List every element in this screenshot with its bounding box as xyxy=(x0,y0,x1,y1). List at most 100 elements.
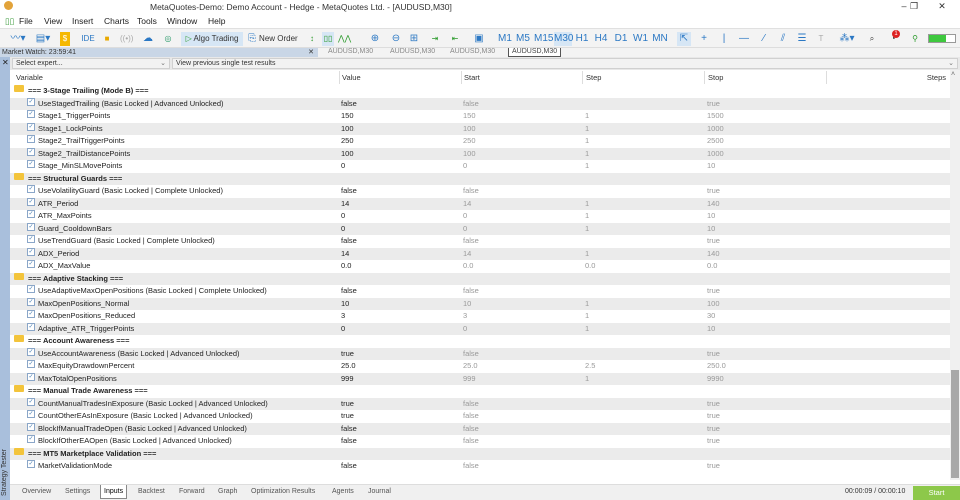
value-field[interactable]: false xyxy=(341,235,357,248)
templates-icon[interactable]: ▤▾ xyxy=(32,32,54,46)
value-field[interactable]: 100 xyxy=(341,123,354,136)
table-row[interactable]: ✓ MarketValidationMode false false true xyxy=(10,460,950,473)
value-field[interactable]: true xyxy=(341,410,354,423)
column-value[interactable]: Value xyxy=(342,73,361,82)
value-field[interactable]: 14 xyxy=(341,248,349,261)
table-row[interactable]: ✓ ATR_MaxPoints 0 0 1 10 xyxy=(10,210,950,223)
table-row[interactable]: ✓ UseStagedTrailing (Basic Locked | Advan… xyxy=(10,97,950,110)
line-chart-icon[interactable]: ⋀⋀ xyxy=(338,32,351,46)
value-field[interactable]: false xyxy=(341,423,357,436)
stop-field[interactable]: true xyxy=(707,435,720,448)
tab-inputs[interactable]: Inputs xyxy=(100,485,128,499)
stop-field[interactable]: 140 xyxy=(707,198,720,211)
start-field[interactable]: 25.0 xyxy=(463,360,478,373)
start-field[interactable]: false xyxy=(463,285,479,298)
table-row[interactable]: ✓ MaxTotalOpenPositions 999 999 1 9990 xyxy=(10,372,950,386)
table-row[interactable]: ✓ ATR_Period 14 14 1 140 xyxy=(10,197,950,211)
start-field[interactable]: 0.0 xyxy=(463,260,473,273)
value-field[interactable]: 100 xyxy=(341,148,354,161)
menu-view[interactable]: View xyxy=(44,16,62,26)
stop-field[interactable]: 9990 xyxy=(707,373,724,386)
optimize-checkbox[interactable]: ✓ xyxy=(27,197,35,206)
value-field[interactable]: true xyxy=(341,398,354,411)
step-field[interactable]: 1 xyxy=(585,373,589,386)
fibonacci-icon[interactable]: ☰ xyxy=(795,32,809,46)
start-button[interactable]: Start xyxy=(913,486,960,500)
group-row[interactable]: === Adaptive Stacking === xyxy=(10,272,950,285)
start-field[interactable]: false xyxy=(463,460,479,473)
table-row[interactable]: ✓ Stage1_TriggerPoints 150 150 1 1500 xyxy=(10,110,950,123)
tf-h4[interactable]: H4 xyxy=(594,32,608,46)
tab-forward[interactable]: Forward xyxy=(179,488,205,495)
value-field[interactable]: 25.0 xyxy=(341,360,356,373)
text-icon[interactable]: T xyxy=(815,32,827,46)
chart-shift-icon[interactable]: ⇤ xyxy=(448,32,462,46)
value-field[interactable]: 0 xyxy=(341,210,345,223)
menu-charts[interactable]: Charts xyxy=(104,16,129,26)
start-field[interactable]: false xyxy=(463,410,479,423)
start-field[interactable]: 150 xyxy=(463,110,476,123)
tf-m15[interactable]: M15 xyxy=(534,32,553,46)
tf-h1[interactable]: H1 xyxy=(575,32,589,46)
tf-m1[interactable]: M1 xyxy=(498,32,512,46)
tf-mn[interactable]: MN xyxy=(652,32,668,46)
start-field[interactable]: false xyxy=(463,423,479,436)
step-field[interactable]: 1 xyxy=(585,323,589,336)
column-stop[interactable]: Stop xyxy=(708,73,723,82)
optimize-checkbox[interactable]: ✓ xyxy=(27,97,35,106)
step-field[interactable]: 1 xyxy=(585,198,589,211)
optimize-checkbox[interactable]: ✓ xyxy=(27,185,35,193)
table-row[interactable]: ✓ Stage2_TrailDistancePoints 100 100 1 1000 xyxy=(10,147,950,161)
stop-field[interactable]: 100 xyxy=(707,298,720,311)
step-field[interactable]: 0.0 xyxy=(585,260,595,273)
start-field[interactable]: false xyxy=(463,435,479,448)
chart-tab[interactable]: AUDUSD,M30 xyxy=(390,48,435,57)
menu-insert[interactable]: Insert xyxy=(72,16,93,26)
start-field[interactable]: 0 xyxy=(463,210,467,223)
value-field[interactable]: false xyxy=(341,460,357,473)
crosshair-icon[interactable]: + xyxy=(697,32,711,46)
table-row[interactable]: ✓ CountOtherEAsInExposure (Basic Locked |… xyxy=(10,410,950,423)
column-variable[interactable]: Variable xyxy=(16,73,43,82)
column-divider[interactable] xyxy=(582,71,583,84)
value-field[interactable]: 999 xyxy=(341,373,354,386)
column-steps[interactable]: Steps xyxy=(927,73,946,82)
start-field[interactable]: 100 xyxy=(463,123,476,136)
optimize-checkbox[interactable]: ✓ xyxy=(27,422,35,431)
table-row[interactable]: ✓ UseTrendGuard (Basic Locked | Complete … xyxy=(10,235,950,248)
start-field[interactable]: 999 xyxy=(463,373,476,386)
previous-results-field[interactable]: View previous single test results ⌄ xyxy=(172,58,958,69)
chart-type-icon[interactable]: 〰▾ xyxy=(8,32,28,46)
scrollbar-thumb[interactable] xyxy=(951,370,959,478)
cursor-icon[interactable]: ⇱ xyxy=(677,32,691,46)
menu-tools[interactable]: Tools xyxy=(137,16,157,26)
value-field[interactable]: false xyxy=(341,285,357,298)
optimize-checkbox[interactable]: ✓ xyxy=(27,322,35,331)
optimize-checkbox[interactable]: ✓ xyxy=(27,110,35,118)
table-row[interactable]: ✓ UseVolatilityGuard (Basic Locked | Comp… xyxy=(10,185,950,198)
tab-agents[interactable]: Agents xyxy=(332,488,354,495)
table-row[interactable]: ✓ UseAdaptiveMaxOpenPositions (Basic Lock… xyxy=(10,285,950,298)
start-field[interactable]: 250 xyxy=(463,135,476,148)
chart-tab[interactable]: AUDUSD,M30 xyxy=(328,48,373,57)
vps-icon[interactable]: ◎ xyxy=(162,32,174,46)
step-field[interactable]: 1 xyxy=(585,123,589,136)
tab-backtest[interactable]: Backtest xyxy=(138,488,165,495)
stop-field[interactable]: true xyxy=(707,348,720,361)
stop-field[interactable]: 10 xyxy=(707,160,715,173)
group-row[interactable]: === 3-Stage Trailing (Mode B) === xyxy=(10,85,950,98)
stop-field[interactable]: 10 xyxy=(707,323,715,336)
optimize-checkbox[interactable]: ✓ xyxy=(27,222,35,231)
start-field[interactable]: false xyxy=(463,348,479,361)
optimize-checkbox[interactable]: ✓ xyxy=(27,210,35,218)
algo-trading-button[interactable]: ▷ Algo Trading xyxy=(181,32,243,46)
value-field[interactable]: 14 xyxy=(341,198,349,211)
maximize-button[interactable]: ❐ xyxy=(904,1,924,12)
group-row[interactable]: === Structural Guards === xyxy=(10,172,950,185)
optimize-checkbox[interactable]: ✓ xyxy=(27,260,35,268)
step-field[interactable]: 2.5 xyxy=(585,360,595,373)
value-field[interactable]: 10 xyxy=(341,298,349,311)
tf-w1[interactable]: W1 xyxy=(633,32,648,46)
tf-m30[interactable]: M30 xyxy=(554,32,573,46)
stop-field[interactable]: true xyxy=(707,235,720,248)
